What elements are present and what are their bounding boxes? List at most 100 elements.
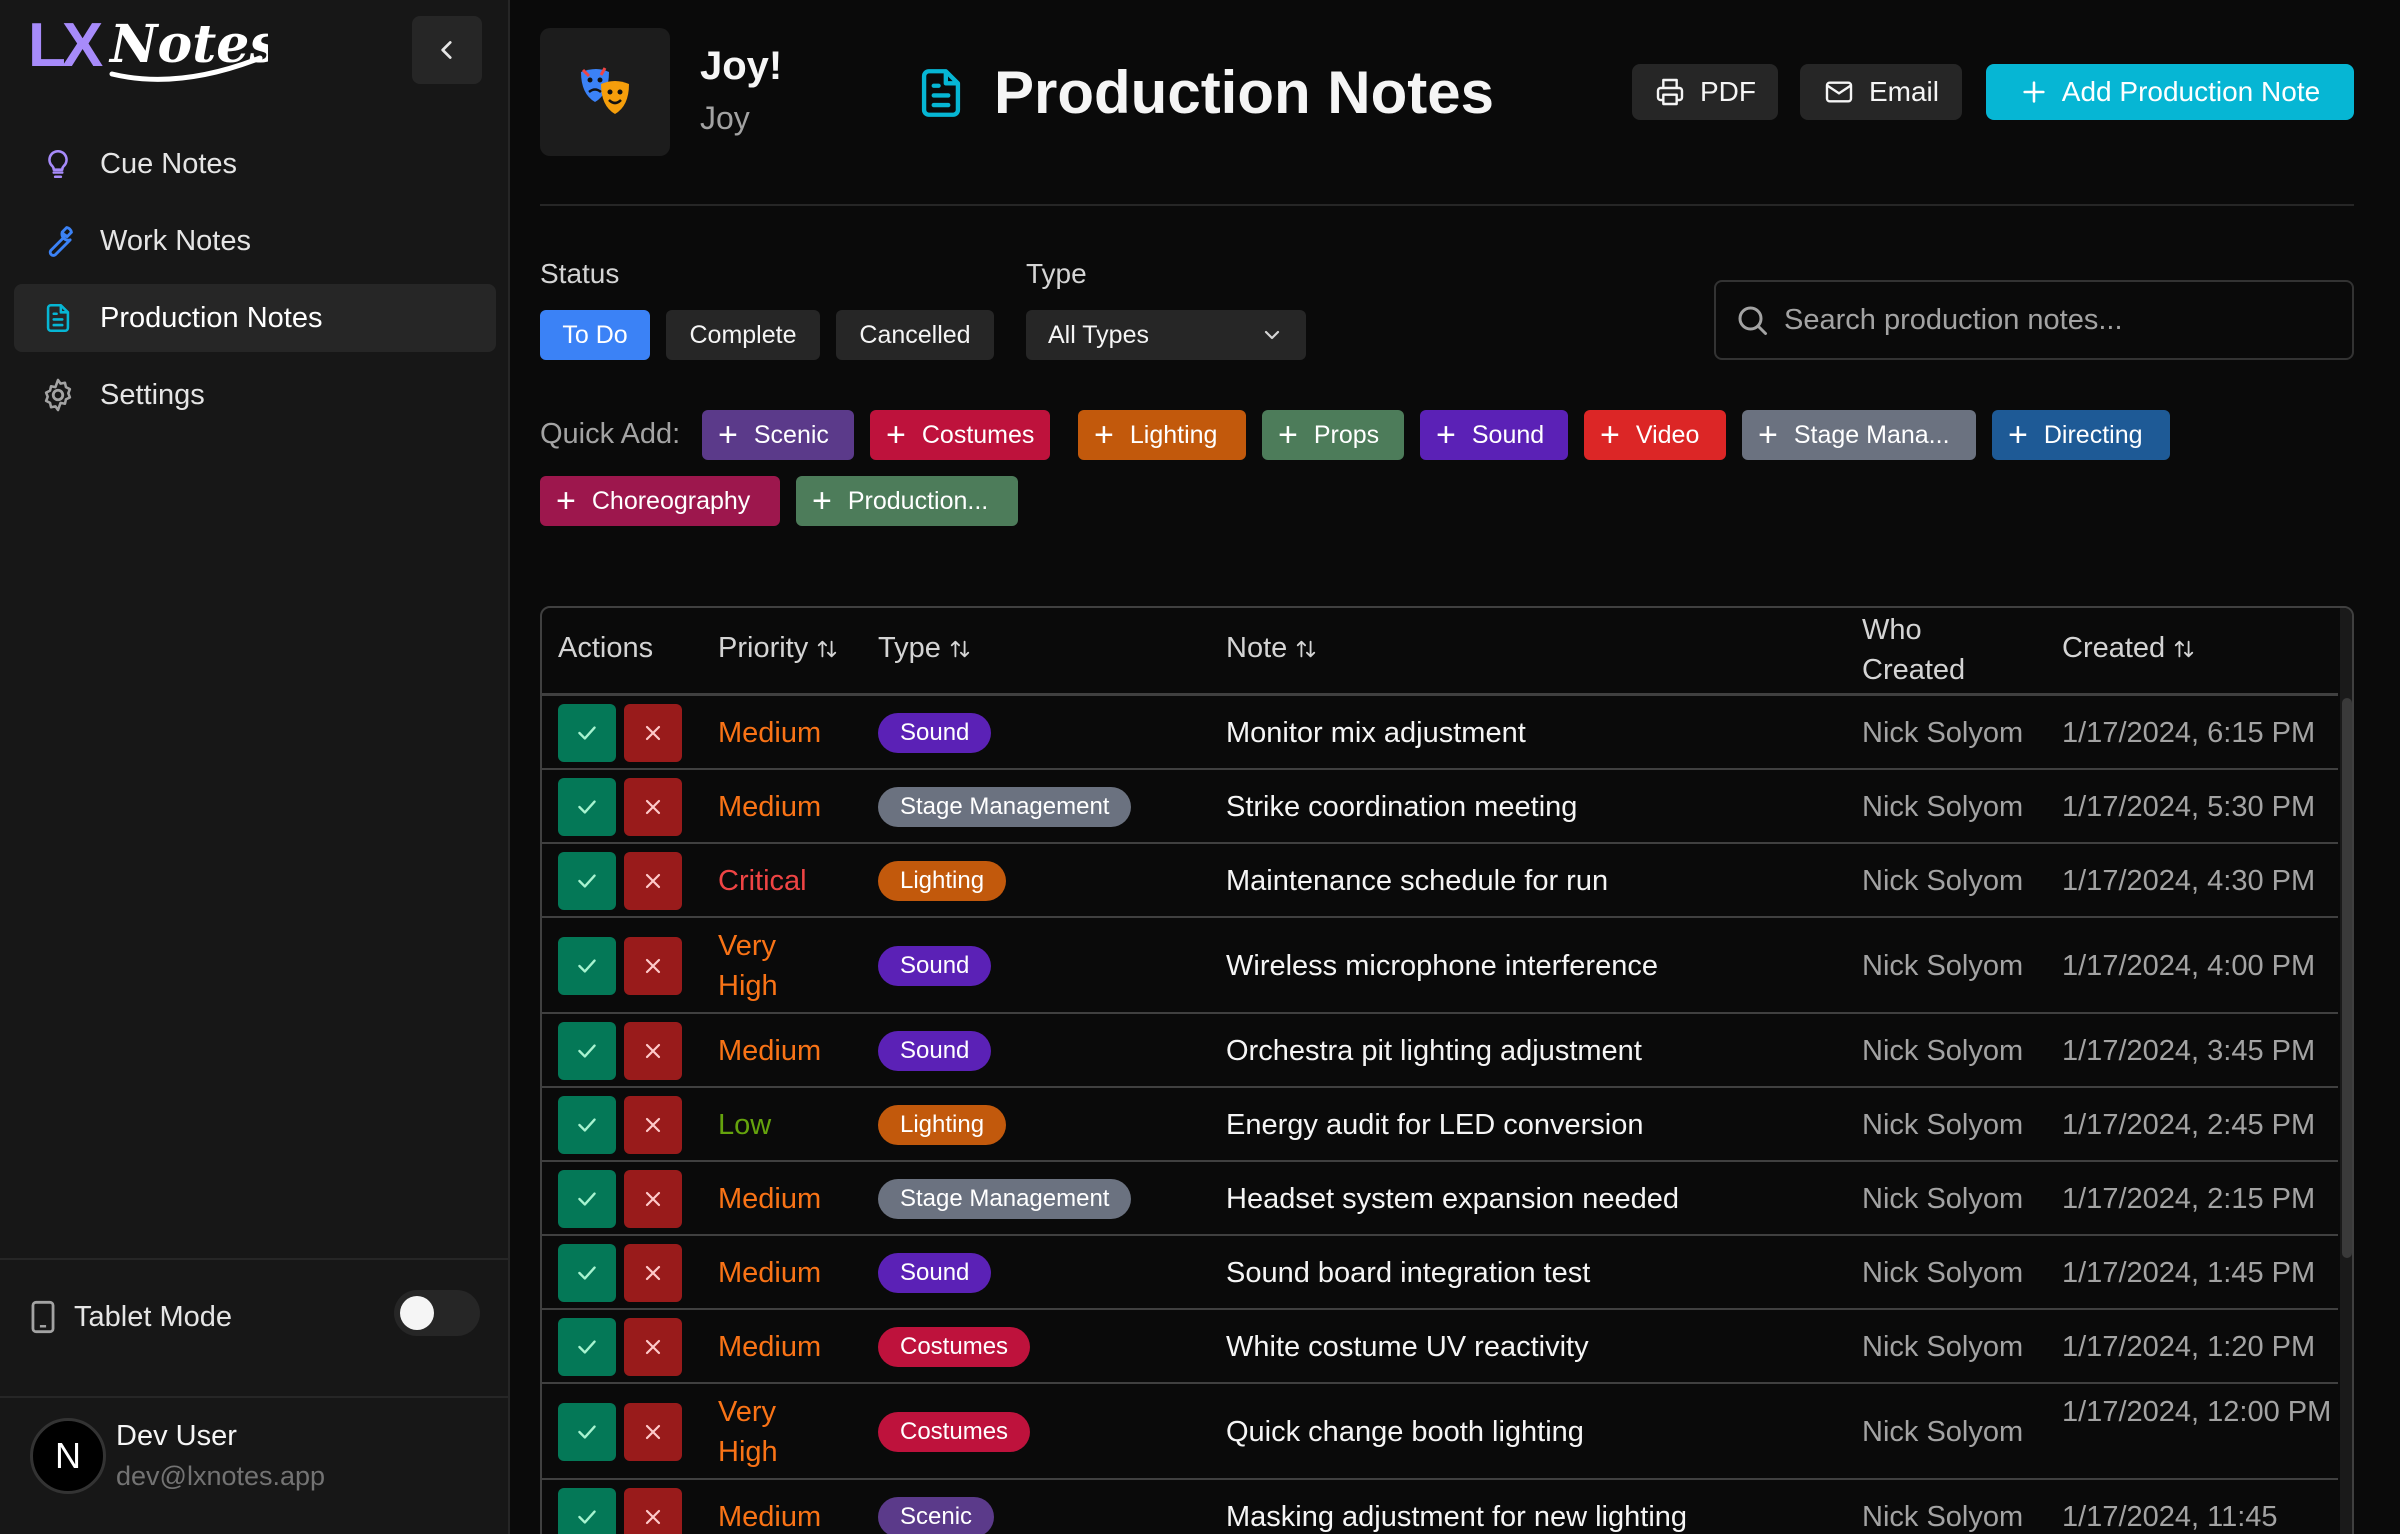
quick-add-chip[interactable]: + Costumes bbox=[870, 410, 1050, 460]
complete-button[interactable] bbox=[558, 1022, 616, 1080]
complete-button[interactable] bbox=[558, 704, 616, 762]
sidebar-nav: Cue Notes Work Notes Production Notes Se… bbox=[14, 130, 496, 438]
col-created[interactable]: Created bbox=[2062, 632, 2195, 665]
col-type[interactable]: Type bbox=[878, 632, 971, 665]
complete-button[interactable] bbox=[558, 778, 616, 836]
quick-add-chip[interactable]: + Directing bbox=[1992, 410, 2170, 460]
table-row[interactable]: Critical Lighting Maintenance schedule for… bbox=[542, 844, 2338, 918]
sidebar-item-label: Cue Notes bbox=[100, 147, 238, 180]
type-filter-label: Type bbox=[1026, 258, 1087, 289]
table-row[interactable]: Low Lighting Energy audit for LED conversi… bbox=[542, 1088, 2338, 1162]
sidebar-item-settings[interactable]: Settings bbox=[14, 361, 496, 429]
app-logo[interactable]: LX Notes bbox=[28, 10, 279, 96]
cancel-button[interactable] bbox=[624, 1318, 682, 1376]
tablet-mode-label: Tablet Mode bbox=[74, 1300, 232, 1333]
status-filter-todo[interactable]: To Do bbox=[540, 310, 650, 360]
collapse-sidebar-button[interactable] bbox=[412, 16, 482, 84]
priority-label: Medium bbox=[718, 717, 822, 749]
cancel-button[interactable] bbox=[624, 1170, 682, 1228]
complete-button[interactable] bbox=[558, 937, 616, 995]
note-text: Maintenance schedule for run bbox=[1226, 865, 1609, 897]
cancel-button[interactable] bbox=[624, 852, 682, 910]
user-profile[interactable]: N Dev User dev@lxnotes.app bbox=[30, 1418, 325, 1494]
quick-add-chip[interactable]: + Lighting bbox=[1078, 410, 1246, 460]
quick-add-chip[interactable]: + Stage Mana... bbox=[1742, 410, 1976, 460]
who-created: Nick Solyom bbox=[1862, 865, 2024, 897]
col-priority[interactable]: Priority bbox=[718, 632, 838, 665]
plus-icon: + bbox=[1758, 416, 1778, 454]
quick-add-chip[interactable]: + Video bbox=[1584, 410, 1726, 460]
priority-label: Medium bbox=[718, 1257, 822, 1289]
table-row[interactable]: Very High Costumes Quick change booth ligh… bbox=[542, 1384, 2338, 1480]
cancel-button[interactable] bbox=[624, 1096, 682, 1154]
document-icon bbox=[912, 60, 970, 126]
sidebar-item-label: Work Notes bbox=[100, 224, 251, 257]
search-input[interactable]: Search production notes... bbox=[1714, 280, 2354, 360]
chevron-left-icon bbox=[441, 41, 452, 59]
priority-label: Medium bbox=[718, 1501, 822, 1533]
cancel-button[interactable] bbox=[624, 778, 682, 836]
pdf-button[interactable]: PDF bbox=[1632, 64, 1778, 120]
table-row[interactable]: Medium Stage Management Strike coordinatio… bbox=[542, 770, 2338, 844]
complete-button[interactable] bbox=[558, 1170, 616, 1228]
priority-label: Medium bbox=[718, 1331, 822, 1363]
sidebar-item-production-notes[interactable]: Production Notes bbox=[14, 284, 496, 352]
cancel-button[interactable] bbox=[624, 704, 682, 762]
quick-add-chip[interactable]: + Props bbox=[1262, 410, 1404, 460]
created-date: 1/17/2024, 4:00 PM bbox=[2062, 950, 2316, 982]
table-row[interactable]: Medium Sound Sound board integration test N… bbox=[542, 1236, 2338, 1310]
printer-icon bbox=[1654, 76, 1686, 108]
created-date: 1/17/2024, 2:45 PM bbox=[2062, 1109, 2316, 1141]
complete-button[interactable] bbox=[558, 1318, 616, 1376]
cancel-button[interactable] bbox=[624, 1244, 682, 1302]
plus-icon: + bbox=[556, 482, 576, 520]
production-logo[interactable] bbox=[540, 28, 670, 156]
cancel-button[interactable] bbox=[624, 937, 682, 995]
cancel-button[interactable] bbox=[624, 1488, 682, 1534]
cancel-button[interactable] bbox=[624, 1022, 682, 1080]
table-row[interactable]: Medium Costumes White costume UV reactivit… bbox=[542, 1310, 2338, 1384]
close-icon bbox=[645, 799, 661, 815]
quick-add-chip[interactable]: + Production... bbox=[796, 476, 1018, 526]
sidebar-item-cue-notes[interactable]: Cue Notes bbox=[14, 130, 496, 198]
complete-button[interactable] bbox=[558, 852, 616, 910]
priority-label: Medium bbox=[718, 1035, 822, 1067]
created-date: 1/17/2024, 1:45 PM bbox=[2062, 1257, 2316, 1289]
created-date: 1/17/2024, 12:00 PM bbox=[2062, 1396, 2332, 1428]
toggle-knob bbox=[400, 1296, 434, 1330]
plus-icon: + bbox=[2008, 416, 2028, 454]
quick-add-chip-label: Directing bbox=[2043, 420, 2143, 449]
sidebar: LX Notes Cue Notes Work Notes Production… bbox=[0, 0, 510, 1534]
note-text: Wireless microphone interference bbox=[1226, 950, 1658, 982]
complete-button[interactable] bbox=[558, 1244, 616, 1302]
complete-button[interactable] bbox=[558, 1488, 616, 1534]
table-scrollbar[interactable] bbox=[2340, 608, 2352, 1534]
chevron-down-icon bbox=[1260, 323, 1284, 347]
email-button[interactable]: Email bbox=[1800, 64, 1962, 120]
tablet-mode-toggle[interactable] bbox=[394, 1290, 480, 1336]
complete-button[interactable] bbox=[558, 1096, 616, 1154]
complete-button[interactable] bbox=[558, 1403, 616, 1461]
cancel-button[interactable] bbox=[624, 1403, 682, 1461]
sidebar-item-work-notes[interactable]: Work Notes bbox=[14, 207, 496, 275]
priority-label: Very High bbox=[718, 1396, 778, 1468]
status-filter-complete[interactable]: Complete bbox=[666, 310, 820, 360]
status-filter-cancelled[interactable]: Cancelled bbox=[836, 310, 994, 360]
table-row[interactable]: Medium Scenic Masking adjustment for new l… bbox=[542, 1480, 2338, 1534]
table-row[interactable]: Medium Stage Management Headset system exp… bbox=[542, 1162, 2338, 1236]
table-row[interactable]: Medium Sound Monitor mix adjustment Nick So… bbox=[542, 696, 2338, 770]
close-icon bbox=[645, 1043, 661, 1059]
plus-icon: + bbox=[1094, 416, 1114, 454]
add-production-note-button[interactable]: Add Production Note bbox=[1986, 64, 2354, 120]
quick-add-chip[interactable]: + Choreography bbox=[540, 476, 780, 526]
type-filter-select[interactable]: All Types bbox=[1026, 310, 1306, 360]
page-title: Production Notes bbox=[994, 59, 1495, 126]
scrollbar-thumb[interactable] bbox=[2342, 698, 2352, 1258]
created-date: 1/17/2024, 1:20 PM bbox=[2062, 1331, 2316, 1363]
quick-add-chip[interactable]: + Sound bbox=[1420, 410, 1568, 460]
note-text: Energy audit for LED conversion bbox=[1226, 1109, 1644, 1141]
table-row[interactable]: Very High Sound Wireless microphone interf… bbox=[542, 918, 2338, 1014]
table-row[interactable]: Medium Sound Orchestra pit lighting adjust… bbox=[542, 1014, 2338, 1088]
quick-add-chip[interactable]: + Scenic bbox=[702, 410, 854, 460]
col-note[interactable]: Note bbox=[1226, 632, 1317, 665]
